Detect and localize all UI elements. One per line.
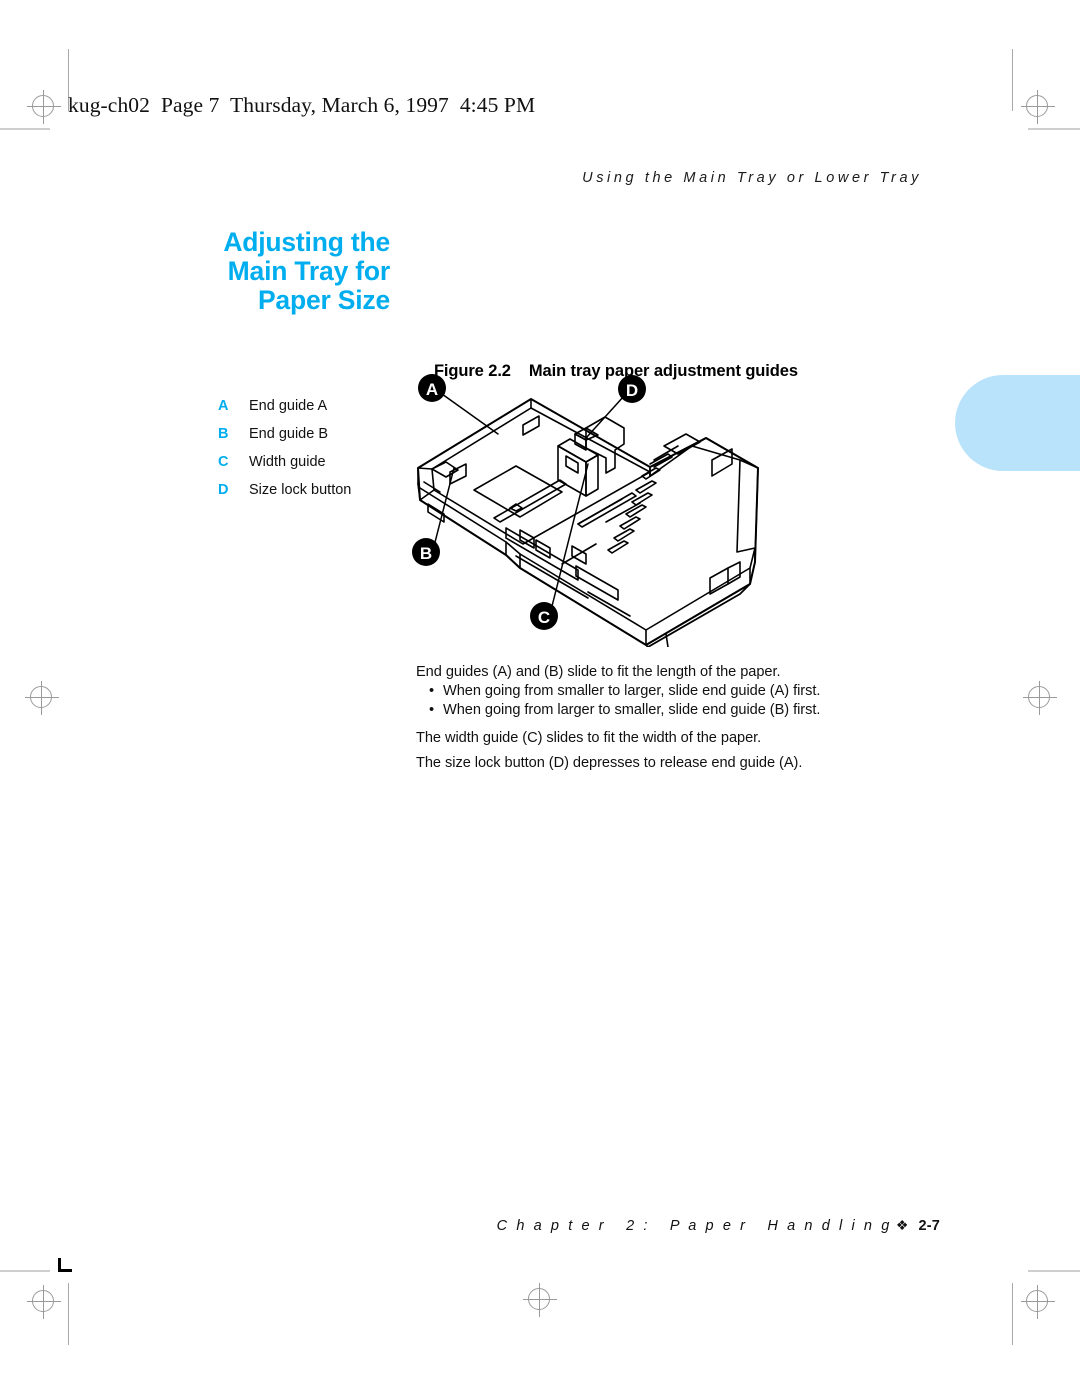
- corner-crop-mark-bottom-left: [58, 1258, 72, 1272]
- running-header: Using the Main Tray or Lower Tray: [582, 170, 922, 186]
- figure-callout-badges: A B C D: [412, 374, 646, 630]
- registration-mark-top-right: [1021, 90, 1055, 124]
- body-bullet-list: • When going from smaller to larger, slid…: [416, 683, 886, 718]
- legend-key-d: D: [218, 482, 229, 498]
- gray-rule-bottom-left: [0, 1270, 50, 1272]
- crop-line-top-right: [1012, 49, 1013, 111]
- diamond-ornament-icon: ❖: [895, 1217, 909, 1233]
- legend-label-b: End guide B: [249, 426, 329, 442]
- bullet-text-1: When going from smaller to larger, slide…: [443, 683, 821, 699]
- registration-mark-bottom-center: [523, 1283, 557, 1317]
- legend-label-d: Size lock button: [249, 482, 352, 498]
- page-title-line-1: Adjusting the: [223, 227, 390, 257]
- body-paragraph-2: The width guide (C) slides to fit the wi…: [416, 730, 762, 746]
- bullet-icon: •: [429, 683, 435, 699]
- registration-mark-top-left: [27, 90, 61, 124]
- svg-text:A: A: [426, 380, 438, 399]
- page-footer: C h a p t e r 2 : P a p e r H a n d l i …: [0, 1199, 940, 1253]
- registration-mark-bottom-left: [27, 1285, 61, 1319]
- legend-item-c: C Width guide: [218, 454, 408, 482]
- svg-text:D: D: [626, 381, 638, 400]
- svg-text:B: B: [420, 544, 432, 563]
- figure-illustration-paper-tray: A B C D: [410, 372, 780, 647]
- bullet-text-2: When going from larger to smaller, slide…: [443, 702, 821, 718]
- page-title-line-3: Paper Size: [257, 285, 390, 315]
- legend-key-c: C: [218, 454, 229, 470]
- bullet-icon: •: [429, 702, 435, 718]
- list-item: • When going from smaller to larger, slid…: [416, 683, 886, 699]
- body-paragraph-3: The size lock button (D) depresses to re…: [416, 755, 803, 771]
- legend-item-d: D Size lock button: [218, 482, 408, 510]
- body-text: End guides (A) and (B) slide to fit the …: [416, 664, 886, 780]
- legend-item-b: B End guide B: [218, 426, 408, 454]
- footer-chapter-label: C h a p t e r 2 : P a p e r H a n d l i …: [496, 1218, 892, 1234]
- chapter-thumb-tab: [955, 375, 1080, 471]
- gray-rule-top-left: [0, 128, 50, 130]
- registration-mark-mid-right: [1023, 681, 1057, 715]
- crop-line-bottom-left: [68, 1283, 69, 1345]
- document-page: kug-ch02 Page 7 Thursday, March 6, 1997 …: [0, 0, 1080, 1397]
- legend-label-c: Width guide: [249, 454, 326, 470]
- registration-mark-bottom-right: [1021, 1285, 1055, 1319]
- legend-item-a: A End guide A: [218, 398, 408, 426]
- gray-rule-bottom-right: [1028, 1270, 1080, 1272]
- gray-rule-top-right: [1028, 128, 1080, 130]
- svg-text:C: C: [538, 608, 550, 627]
- figure-legend: A End guide A B End guide B C Width guid…: [218, 398, 408, 510]
- file-header-line: kug-ch02 Page 7 Thursday, March 6, 1997 …: [68, 93, 536, 117]
- footer-page-number: 2-7: [918, 1218, 940, 1234]
- body-paragraph-1: End guides (A) and (B) slide to fit the …: [416, 664, 781, 680]
- crop-line-bottom-right: [1012, 1283, 1013, 1345]
- page-title: Adjusting the Main Tray for Paper Size: [120, 228, 390, 315]
- legend-key-a: A: [218, 398, 229, 414]
- legend-label-a: End guide A: [249, 398, 328, 414]
- legend-key-b: B: [218, 426, 229, 442]
- list-item: • When going from larger to smaller, slid…: [416, 702, 886, 718]
- registration-mark-mid-left: [25, 681, 59, 715]
- page-title-line-2: Main Tray for: [227, 256, 391, 286]
